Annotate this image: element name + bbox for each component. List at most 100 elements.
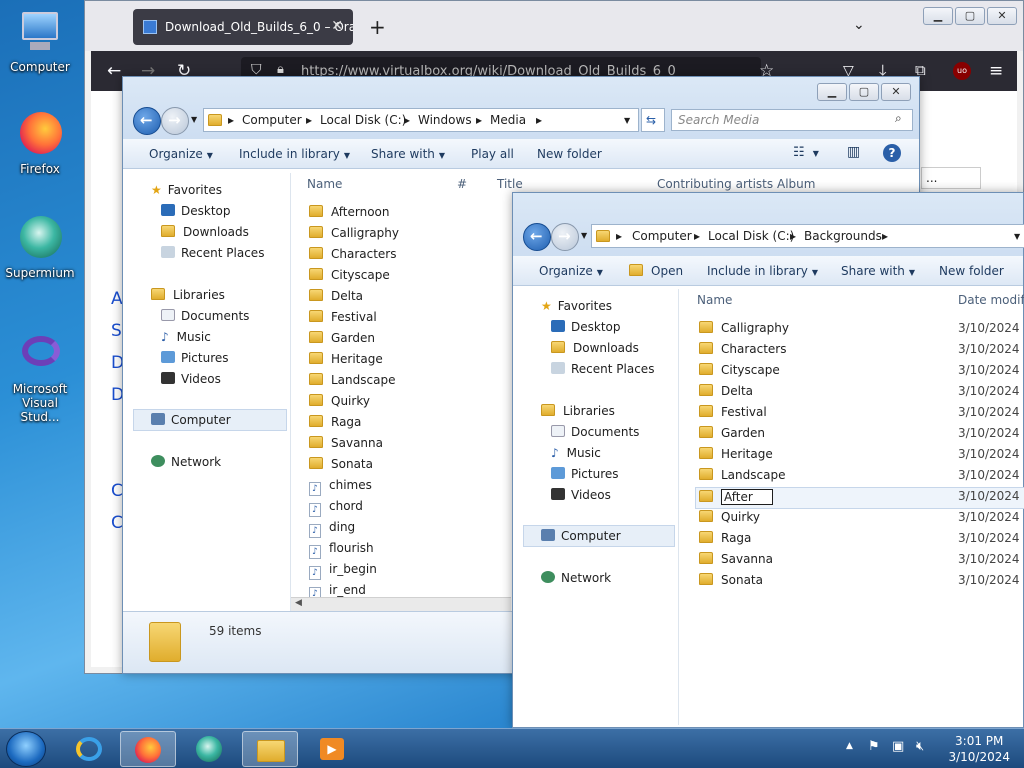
list-item[interactable]: Raga — [309, 415, 361, 429]
breadcrumb-item[interactable]: Computer — [632, 229, 692, 243]
list-item[interactable]: Calligraphy — [699, 321, 789, 335]
breadcrumb-item[interactable]: Backgrounds — [804, 229, 882, 243]
preview-pane-icon[interactable]: ▥ — [847, 144, 860, 160]
share-with-button[interactable]: Share with ▼ — [371, 147, 445, 161]
maximize-icon[interactable]: ▢ — [955, 7, 985, 25]
include-in-library-button[interactable]: Include in library ▼ — [239, 147, 350, 161]
scroll-left-icon[interactable]: ◀ — [295, 598, 302, 608]
maximize-icon[interactable]: ▢ — [849, 83, 879, 101]
close-tab-icon[interactable]: ✕ — [331, 18, 343, 34]
minimize-icon[interactable]: ▁ — [817, 83, 847, 101]
column-header-name[interactable]: Name — [307, 177, 342, 191]
organize-button[interactable]: Organize ▼ — [539, 264, 603, 278]
page-link[interactable]: A — [111, 289, 123, 309]
help-icon[interactable]: ? — [883, 144, 901, 162]
column-header-number[interactable]: # — [457, 177, 467, 191]
list-item[interactable]: Quirky — [309, 394, 370, 408]
list-item[interactable]: Sonata — [309, 457, 373, 471]
column-header-title[interactable]: Title — [497, 177, 523, 191]
column-header-date-modified[interactable]: Date modifie — [958, 293, 1024, 307]
back-button[interactable]: ← — [523, 223, 551, 251]
start-button[interactable] — [6, 731, 46, 767]
nav-pictures[interactable]: Pictures — [551, 467, 619, 481]
taskbar-media-player[interactable]: ▶ — [304, 731, 360, 767]
taskbar-supermium[interactable] — [182, 731, 238, 767]
nav-pictures[interactable]: Pictures — [161, 351, 229, 365]
rename-input[interactable]: After — [721, 489, 773, 505]
new-folder-button[interactable]: New folder — [939, 264, 1004, 278]
list-item[interactable]: Savanna — [309, 436, 383, 450]
nav-documents[interactable]: Documents — [551, 425, 639, 439]
nav-music[interactable]: ♪ Music — [551, 446, 601, 460]
play-all-button[interactable]: Play all — [471, 147, 514, 161]
minimize-icon[interactable]: ▁ — [923, 7, 953, 25]
taskbar-internet-explorer[interactable] — [62, 731, 118, 767]
list-item[interactable]: Sonata — [699, 573, 763, 587]
refresh-button[interactable]: ⇆ — [641, 108, 665, 132]
change-view-icon[interactable]: ☷ ▼ — [793, 145, 819, 160]
list-item[interactable]: ♪ flourish — [309, 541, 374, 559]
column-header-album[interactable]: Album — [777, 177, 815, 191]
recent-pages-chevron-icon[interactable]: ▼ — [581, 231, 587, 240]
list-item[interactable]: Characters — [699, 342, 787, 356]
browser-tab[interactable]: Download_Old_Builds_6_0 – Ora ✕ — [133, 9, 353, 45]
list-item[interactable]: Landscape — [309, 373, 395, 387]
nav-desktop[interactable]: Desktop — [551, 320, 621, 334]
horizontal-scrollbar[interactable]: ◀ — [291, 597, 511, 611]
nav-libraries[interactable]: Libraries — [151, 288, 225, 302]
column-header-name[interactable]: Name — [697, 293, 732, 307]
breadcrumb-item[interactable]: Local Disk (C:) — [320, 113, 406, 127]
breadcrumb-item[interactable]: Local Disk (C:) — [708, 229, 794, 243]
nav-music[interactable]: ♪ Music — [161, 330, 211, 344]
nav-recent-places[interactable]: Recent Places — [551, 362, 654, 376]
nav-videos[interactable]: Videos — [551, 488, 611, 502]
desktop-icon-computer[interactable]: Computer — [4, 8, 76, 74]
show-hidden-icons-icon[interactable]: ▲ — [846, 741, 853, 751]
nav-recent-places[interactable]: Recent Places — [161, 246, 264, 260]
search-input[interactable]: Search Media — [671, 109, 913, 131]
list-item[interactable]: Garden — [699, 426, 765, 440]
list-item[interactable]: Festival — [699, 405, 767, 419]
list-item[interactable]: Calligraphy — [309, 226, 399, 240]
breadcrumb-item[interactable]: Windows — [418, 113, 472, 127]
breadcrumb-item[interactable]: Computer — [242, 113, 302, 127]
page-link[interactable]: S — [111, 321, 122, 341]
list-item[interactable]: Landscape — [699, 468, 785, 482]
page-input-box[interactable]: ... — [921, 167, 981, 189]
close-window-icon[interactable]: ✕ — [987, 7, 1017, 25]
back-button[interactable]: ← — [133, 107, 161, 135]
list-item[interactable]: ♪ ir_begin — [309, 562, 377, 580]
open-button[interactable]: Open — [629, 264, 683, 278]
list-item[interactable]: Afternoon — [309, 205, 390, 219]
list-item[interactable]: Delta — [699, 384, 753, 398]
list-item[interactable]: Characters — [309, 247, 397, 261]
lock-icon[interactable]: 🔒︎ — [277, 62, 284, 77]
nav-videos[interactable]: Videos — [161, 372, 221, 386]
taskbar-firefox[interactable] — [120, 731, 176, 767]
volume-muted-icon[interactable]: 🔇︎ — [916, 739, 924, 754]
address-dropdown-chevron-icon[interactable]: ▼ — [624, 116, 630, 125]
nav-desktop[interactable]: Desktop — [161, 204, 231, 218]
nav-network[interactable]: Network — [541, 571, 611, 585]
list-item[interactable]: Heritage — [309, 352, 383, 366]
ublock-icon[interactable]: uo — [953, 62, 971, 80]
list-item[interactable]: ♪ chimes — [309, 478, 372, 496]
desktop-icon-visual-studio[interactable]: Microsoft Visual Stud... — [4, 330, 76, 424]
nav-downloads[interactable]: Downloads — [161, 225, 249, 239]
list-item[interactable]: Quirky — [699, 510, 760, 524]
nav-computer[interactable]: Computer — [541, 529, 621, 543]
list-item[interactable]: Cityscape — [699, 363, 780, 377]
new-folder-button[interactable]: New folder — [537, 147, 602, 161]
action-center-flag-icon[interactable]: ⚑ — [868, 739, 880, 754]
address-dropdown-chevron-icon[interactable]: ▼ — [1014, 232, 1020, 241]
share-with-button[interactable]: Share with ▼ — [841, 264, 915, 278]
address-bar[interactable]: ▸ Computer ▸ Local Disk (C:) ▸ Backgroun… — [591, 224, 1024, 248]
list-item[interactable]: Delta — [309, 289, 363, 303]
list-item[interactable]: Raga — [699, 531, 751, 545]
forward-button[interactable]: → — [551, 223, 579, 251]
list-item[interactable]: ♪ ding — [309, 520, 355, 538]
menu-icon[interactable]: ≡ — [989, 61, 1003, 81]
nav-favorites[interactable]: ★ Favorites — [541, 299, 612, 313]
list-item[interactable]: Festival — [309, 310, 377, 324]
forward-button[interactable]: → — [161, 107, 189, 135]
